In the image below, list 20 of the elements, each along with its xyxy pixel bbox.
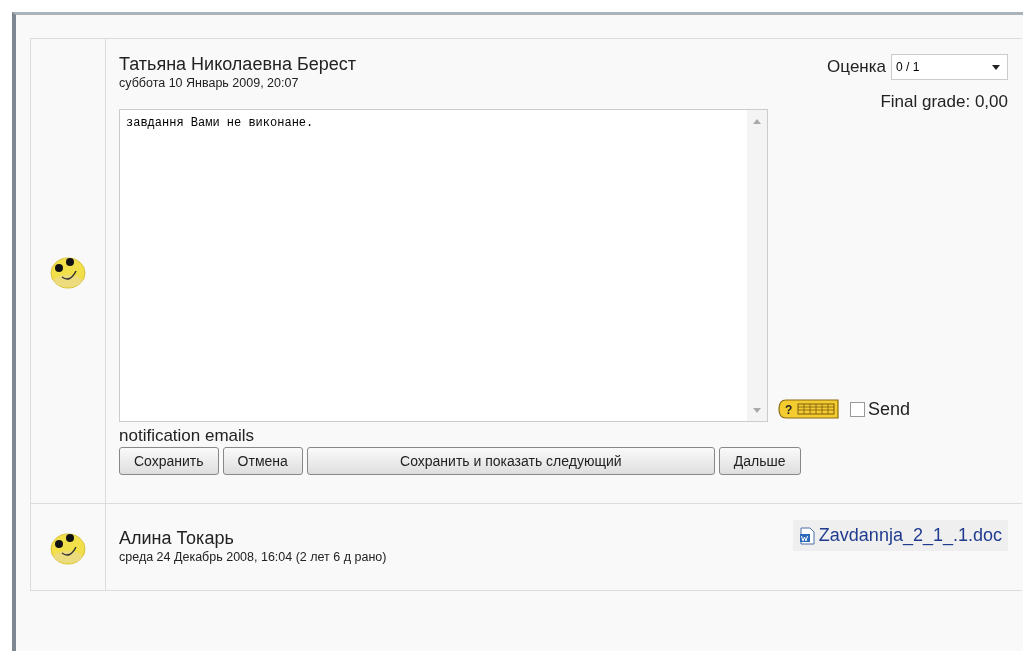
help-keyboard-icon[interactable]: ?: [778, 398, 840, 420]
grade-label: Оценка: [827, 57, 886, 77]
form-button[interactable]: Дальше: [718, 447, 801, 475]
form-button[interactable]: Сохранить и показать следующий: [306, 447, 715, 475]
notification-label: notification emails: [119, 426, 256, 446]
send-label: Send: [868, 398, 911, 420]
document-icon: [798, 526, 815, 545]
submission-date: суббота 10 Январь 2009, 20:07: [119, 76, 300, 90]
grade-select[interactable]: 0 / 1: [891, 54, 1008, 80]
student-name: Алина Токарь: [119, 528, 235, 549]
student-name: Татьяна Николаевна Берест: [119, 54, 356, 75]
form-button[interactable]: Отмена: [222, 447, 303, 475]
final-grade: Final grade: 0,00: [880, 92, 1008, 112]
form-button[interactable]: Сохранить: [119, 447, 219, 475]
submission-date: среда 24 Декабрь 2008, 16:04 (2 лет 6 д рано): [119, 550, 387, 564]
send-checkbox[interactable]: [850, 401, 865, 417]
feedback-textarea[interactable]: завдання Вами не виконане.: [119, 109, 768, 422]
scroll-up-icon[interactable]: [753, 119, 761, 124]
caret-icon: [992, 64, 1000, 70]
scroll-down-icon[interactable]: [753, 408, 761, 413]
